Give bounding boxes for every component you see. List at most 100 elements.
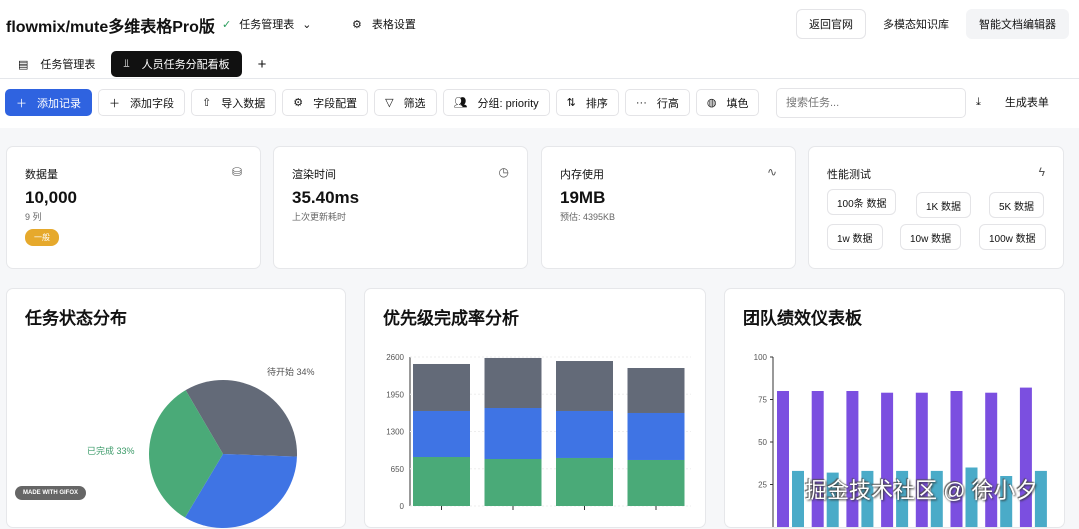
bar-segment	[484, 408, 542, 460]
stat-card-render: 渲染时间 ◷ 35.40ms 上次更新耗时	[273, 146, 528, 269]
field-config-button[interactable]: ⚙ 字段配置	[282, 89, 369, 116]
sort-button[interactable]: ⇅ 排序	[555, 89, 619, 116]
table-settings-label: 表格设置	[371, 19, 416, 31]
palette-icon: ◍	[706, 97, 717, 109]
top-area: flowmix/mute多维表格Pro版 ✓ 任务管理表 ⌄ ⚙ 表格设置 返回官网 …	[0, 0, 1079, 128]
label: 导入数据	[221, 97, 266, 110]
app-title: flowmix/mute多维表格Pro版	[6, 19, 215, 36]
tab-task-table[interactable]: ▤ 任务管理表	[6, 51, 107, 77]
stat-card-perf: 性能测试 ϟ 100条 数据 1K 数据 5K 数据 1w 数据 10w 数据 1…	[808, 146, 1064, 269]
zap-icon: ϟ	[1038, 165, 1045, 179]
doc-editor-link[interactable]: 智能文档编辑器	[966, 9, 1069, 39]
perf-1w-button[interactable]: 1w 数据	[827, 224, 883, 250]
pie-label: 已完成 33%	[87, 445, 135, 456]
bar-segment	[556, 410, 613, 458]
bar-segment	[556, 457, 613, 506]
toolbar: ＋ 添加记录 ＋ 添加字段 ⇧ 导入数据 ⚙ 字段配置 ▽ 筛选 👥︎ 分组: priori…	[5, 89, 760, 116]
priority-bar-card: 优先级完成率分析 2600 1950 1300 650 0	[364, 288, 706, 528]
bar-segment	[484, 357, 542, 409]
divider	[0, 78, 1079, 79]
bar-segment	[413, 410, 470, 458]
import-button[interactable]: ⇧ 导入数据	[191, 89, 277, 116]
search-input[interactable]	[776, 88, 966, 118]
bar-segment	[484, 459, 542, 506]
bar-cyan	[792, 470, 804, 527]
bar-segment	[627, 412, 685, 460]
perf-100-button[interactable]: 100条 数据	[827, 189, 897, 215]
stat-card-data: 数据量 ⛁ 10,000 9 列 一般	[6, 146, 261, 269]
label: 行高	[656, 97, 679, 110]
bar-segment	[627, 368, 685, 413]
check-icon: ✓	[222, 18, 232, 31]
label: 分组: priority	[477, 97, 539, 110]
filter-icon: ▽	[385, 97, 394, 109]
y-tick-label: 2600	[386, 353, 404, 362]
y-tick-label: 650	[391, 465, 405, 474]
stat-label: 数据量	[25, 169, 58, 181]
database-icon: ⛁	[231, 165, 242, 179]
filter-button[interactable]: ▽ 筛选	[374, 89, 437, 116]
bar-purple	[950, 391, 963, 527]
y-tick-label: 75	[758, 396, 767, 405]
status-badge: 一般	[25, 229, 59, 246]
tab-label: 人员任务分配看板	[141, 59, 230, 71]
bar-segment	[627, 459, 685, 506]
add-tab-button[interactable]: +	[246, 51, 279, 77]
y-tick-label: 1300	[386, 428, 404, 437]
group-button[interactable]: 👥︎ 分组: priority	[442, 89, 550, 116]
y-tick-label: 100	[754, 353, 768, 362]
upload-icon: ⇧	[202, 97, 212, 109]
stat-card-memory: 内存使用 ∿ 19MB 预估: 4395KB	[541, 146, 796, 269]
tab-assignment-board[interactable]: ⫫ 人员任务分配看板	[111, 51, 242, 77]
watermark: 掘金技术社区 @ 徐小夕	[805, 478, 1038, 503]
chevron-down-icon: ⌄	[302, 18, 312, 31]
label: 添加字段	[130, 97, 174, 110]
pie-label: 待开始 34%	[267, 366, 315, 377]
y-tick-label: 50	[758, 438, 767, 447]
label: 筛选	[403, 97, 426, 110]
perf-5k-button[interactable]: 5K 数据	[989, 192, 1045, 218]
plus-icon: ＋	[16, 97, 27, 110]
users-icon: 👥︎	[453, 97, 468, 109]
label: 添加记录	[37, 97, 81, 110]
bar-segment	[413, 457, 470, 506]
table-select-label: 任务管理表	[239, 19, 295, 31]
stat-label: 内存使用	[560, 169, 604, 181]
bar-purple	[1019, 387, 1032, 527]
row-height-button[interactable]: ··· 行高	[624, 89, 690, 116]
bar-purple	[985, 392, 998, 527]
clock-icon: ◷	[498, 165, 509, 179]
gear-icon: ⚙	[293, 97, 304, 109]
knowledge-base-link[interactable]: 多模态知识库	[870, 9, 962, 39]
gear-icon: ⚙	[352, 18, 362, 31]
stat-label: 渲染时间	[292, 169, 336, 181]
generate-form-button[interactable]: 生成表单	[1005, 94, 1049, 110]
fill-color-button[interactable]: ◍ 填色	[695, 89, 760, 116]
activity-icon: ∿	[766, 165, 777, 179]
bar-purple	[811, 391, 824, 527]
label: 字段配置	[313, 97, 358, 110]
download-icon[interactable]: ⤓	[976, 96, 981, 109]
bar-purple	[777, 391, 789, 527]
tab-label: 任务管理表	[40, 59, 96, 71]
bar-chart-icon: ⫫	[123, 57, 130, 70]
plus-icon: ＋	[109, 97, 120, 110]
table-select[interactable]: ✓ 任务管理表 ⌄	[222, 16, 311, 32]
add-field-button[interactable]: ＋ 添加字段	[98, 89, 185, 116]
table-icon: ▤	[18, 58, 29, 71]
stat-sub: 上次更新耗时	[292, 212, 347, 222]
perf-10w-button[interactable]: 10w 数据	[900, 224, 962, 250]
bar-purple	[881, 392, 894, 527]
bar-purple	[915, 392, 928, 527]
perf-100w-button[interactable]: 100w 数据	[979, 224, 1046, 250]
table-settings-button[interactable]: ⚙ 表格设置	[352, 16, 416, 32]
y-tick-label: 1950	[386, 390, 404, 399]
bar-segment	[556, 361, 613, 411]
label: 排序	[585, 97, 608, 110]
back-to-site-link[interactable]: 返回官网	[796, 9, 866, 39]
label: 填色	[726, 97, 749, 110]
y-tick-label: 0	[400, 502, 405, 511]
add-record-button[interactable]: ＋ 添加记录	[5, 89, 92, 116]
perf-1k-button[interactable]: 1K 数据	[916, 192, 972, 218]
stat-sub: 预估: 4395KB	[560, 212, 616, 222]
